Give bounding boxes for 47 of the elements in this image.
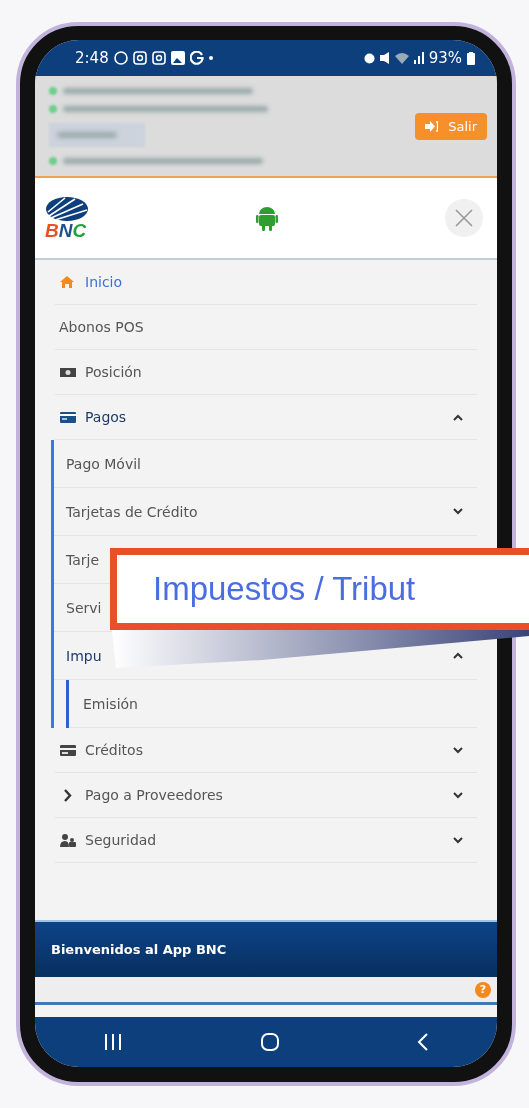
image-icon bbox=[170, 51, 185, 65]
chat-icon bbox=[113, 51, 128, 65]
camera-icon bbox=[151, 51, 166, 65]
brand-logo-text: BNC bbox=[45, 222, 87, 240]
menu-item[interactable]: Abonos POS bbox=[59, 319, 144, 335]
alarm-icon bbox=[363, 52, 375, 64]
menu-item[interactable]: Créditos bbox=[85, 742, 143, 758]
welcome-banner-title: Bienvenidos al App BNC bbox=[51, 942, 227, 957]
recents-icon[interactable] bbox=[103, 1033, 124, 1051]
menu-item[interactable]: Tarjetas de Crédito bbox=[66, 503, 198, 520]
menu-item[interactable]: Pagos bbox=[85, 409, 127, 425]
camera-icon bbox=[132, 51, 147, 65]
battery-icon bbox=[467, 51, 475, 65]
signal-icon bbox=[413, 52, 424, 64]
menu-item[interactable]: Inicio bbox=[85, 274, 123, 290]
menu-item[interactable]: Pago a Proveedores bbox=[85, 787, 223, 803]
menu-item[interactable]: Seguridad bbox=[85, 832, 157, 848]
wifi-icon bbox=[394, 52, 409, 64]
status-dot bbox=[49, 105, 57, 113]
home-icon[interactable] bbox=[260, 1032, 280, 1052]
menu-item[interactable]: Posición bbox=[85, 364, 142, 380]
status-dot bbox=[49, 157, 57, 165]
dot-icon bbox=[208, 56, 213, 60]
menu-item[interactable]: Tarje bbox=[66, 551, 100, 568]
close-icon bbox=[455, 209, 473, 227]
status-dot bbox=[49, 87, 57, 95]
caret-icon[interactable] bbox=[453, 652, 463, 659]
menu-item[interactable]: Pago Móvil bbox=[66, 455, 141, 472]
caret-icon[interactable] bbox=[453, 746, 463, 754]
android-icon bbox=[256, 205, 278, 231]
caret-icon[interactable] bbox=[453, 791, 463, 799]
menu-item[interactable]: Servi bbox=[66, 599, 102, 616]
battery-level: 93% bbox=[428, 49, 462, 67]
back-icon[interactable] bbox=[416, 1032, 429, 1052]
close-button[interactable] bbox=[445, 199, 483, 237]
menu-item[interactable]: Emisión bbox=[83, 695, 138, 712]
users-icon bbox=[59, 831, 77, 849]
g-letter-icon bbox=[189, 51, 204, 65]
menu-item[interactable]: Impu bbox=[66, 647, 102, 664]
caret-icon[interactable] bbox=[453, 836, 463, 844]
mute-icon bbox=[379, 52, 390, 64]
globe-logo-icon bbox=[45, 196, 89, 222]
clock: 2:48 bbox=[75, 49, 109, 67]
caret-icon[interactable] bbox=[453, 413, 463, 421]
sign-out-icon bbox=[425, 120, 439, 132]
caret-icon[interactable] bbox=[453, 508, 463, 515]
callout-label: Impuestos / Tribut bbox=[110, 548, 529, 630]
